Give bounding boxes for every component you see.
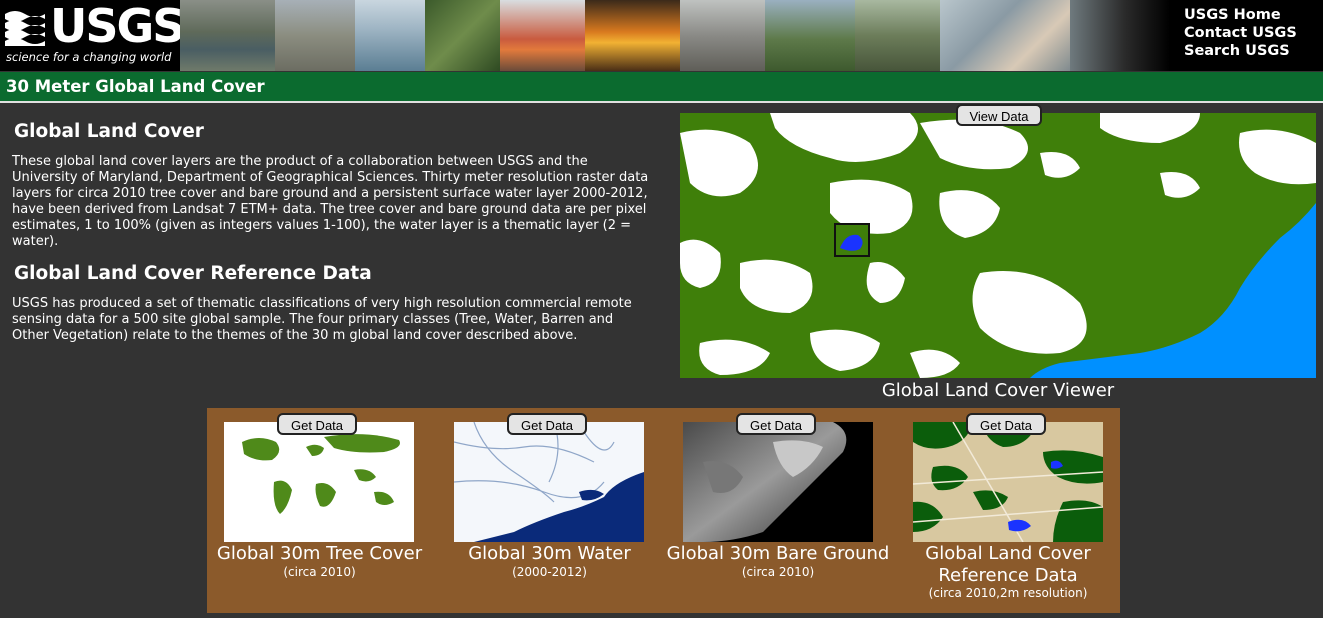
get-data-button-bare-ground[interactable]: Get Data <box>736 413 816 435</box>
header-photo-strip <box>180 0 1170 71</box>
photo-volcano <box>500 0 585 71</box>
reference-data-map-image <box>913 422 1103 542</box>
header-links: USGS Home Contact USGS Search USGS <box>1184 6 1297 60</box>
viewer-label: Global Land Cover Viewer <box>881 380 1115 401</box>
water-thumbnail[interactable] <box>454 422 644 542</box>
usgs-logo[interactable]: USGS science for a changing world <box>0 0 185 71</box>
get-data-button-reference-data[interactable]: Get Data <box>966 413 1046 435</box>
section-body-global-land-cover: These global land cover layers are the p… <box>12 154 649 249</box>
photo-forest <box>425 0 500 71</box>
photo-damaged-house <box>275 0 355 71</box>
link-contact-usgs[interactable]: Contact USGS <box>1184 24 1297 42</box>
section-body-reference-data: USGS has produced a set of thematic clas… <box>12 296 632 343</box>
card-subtitle-bare-ground: (circa 2010) <box>741 565 815 579</box>
section-heading-global-land-cover: Global Land Cover <box>14 121 204 142</box>
reference-data-thumbnail[interactable] <box>913 422 1103 542</box>
page-title-bar: 30 Meter Global Land Cover <box>0 72 1323 103</box>
card-title-reference-data: Global Land Cover Reference Data <box>925 543 1091 586</box>
photo-survey <box>855 0 940 71</box>
bare-ground-thumbnail[interactable] <box>683 422 873 542</box>
photo-rubble <box>680 0 765 71</box>
tree-cover-thumbnail[interactable] <box>224 422 414 542</box>
section-heading-reference-data: Global Land Cover Reference Data <box>14 263 372 284</box>
tree-cover-map-image <box>224 422 414 542</box>
photo-coast <box>355 0 425 71</box>
get-data-button-water[interactable]: Get Data <box>507 413 587 435</box>
get-data-button-tree-cover[interactable]: Get Data <box>277 413 357 435</box>
site-header: USGS science for a changing world USGS H… <box>0 0 1323 71</box>
water-map-image <box>454 422 644 542</box>
land-cover-map-image <box>680 113 1316 378</box>
photo-flood <box>180 0 275 71</box>
link-usgs-home[interactable]: USGS Home <box>1184 6 1297 24</box>
land-cover-map[interactable] <box>680 113 1316 378</box>
card-subtitle-water: (2000-2012) <box>512 565 587 579</box>
card-title-tree-cover: Global 30m Tree Cover <box>216 543 423 564</box>
link-search-usgs[interactable]: Search USGS <box>1184 42 1297 60</box>
photo-field-crew <box>765 0 855 71</box>
view-data-button[interactable]: View Data <box>956 104 1042 126</box>
photo-fade <box>1070 0 1170 71</box>
bare-ground-map-image <box>683 422 873 542</box>
photo-wildfire <box>585 0 680 71</box>
card-title-bare-ground: Global 30m Bare Ground <box>666 543 890 564</box>
usgs-wave-icon <box>5 6 45 46</box>
card-subtitle-reference-data: (circa 2010,2m resolution) <box>928 586 1088 600</box>
card-title-water: Global 30m Water <box>468 543 631 564</box>
logo-tagline: science for a changing world <box>6 50 172 64</box>
page-title: 30 Meter Global Land Cover <box>6 77 265 96</box>
card-subtitle-tree-cover: (circa 2010) <box>283 565 356 579</box>
logo-wordmark: USGS <box>50 0 185 53</box>
photo-scientist <box>940 0 1070 71</box>
